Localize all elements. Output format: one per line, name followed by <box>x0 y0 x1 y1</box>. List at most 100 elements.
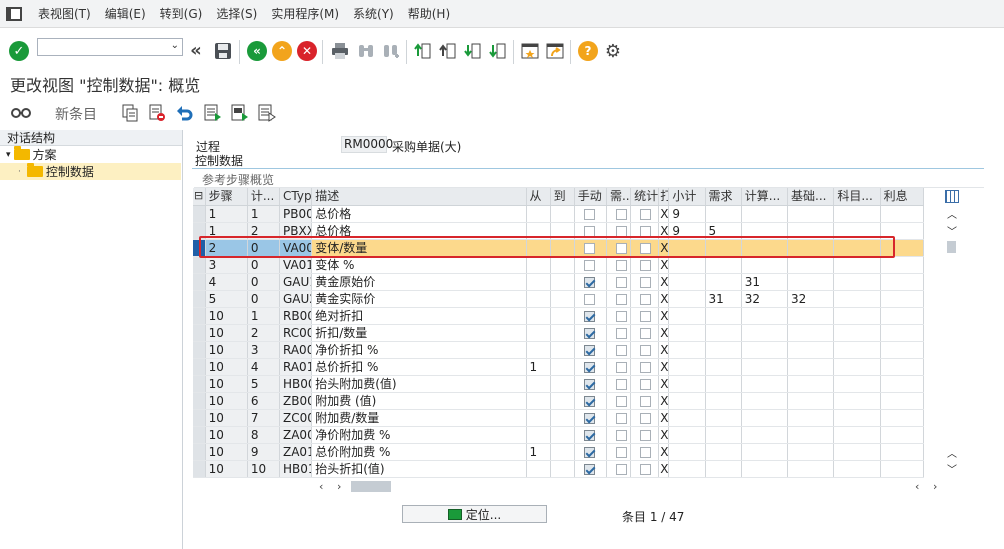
row-selector[interactable] <box>193 375 206 393</box>
cell-from[interactable] <box>526 239 551 257</box>
cell-print[interactable]: X <box>658 290 670 308</box>
cell-req[interactable] <box>705 409 742 427</box>
cell-to[interactable] <box>550 375 575 393</box>
cell-accrual[interactable] <box>880 273 925 291</box>
table-row[interactable]: 10 6 ZB00 附加费 (值) X <box>193 392 925 410</box>
column-header-counter[interactable]: 计... <box>247 188 281 206</box>
cell-to[interactable] <box>550 205 575 223</box>
required-checkbox[interactable] <box>615 293 627 305</box>
table-row[interactable]: 3 0 VA01 变体 % X <box>193 256 925 274</box>
required-checkbox[interactable] <box>615 429 627 441</box>
menu-goto[interactable]: 转到(G) <box>160 5 203 22</box>
cell-base[interactable] <box>787 273 835 291</box>
cell-acct[interactable] <box>833 358 881 376</box>
chevron-down-icon[interactable]: ⌄ <box>171 40 179 51</box>
cell-calc[interactable]: 31 <box>741 273 789 291</box>
cell-to[interactable] <box>550 239 575 257</box>
cell-req[interactable] <box>705 341 742 359</box>
cell-to[interactable] <box>550 392 575 410</box>
cell-subtotal[interactable] <box>668 341 706 359</box>
cell-req[interactable]: 5 <box>705 222 742 240</box>
cell-calc[interactable] <box>741 341 789 359</box>
exit-icon[interactable]: ⌃ <box>272 41 292 61</box>
menu-edit[interactable]: 编辑(E) <box>105 5 146 22</box>
table-row[interactable]: 10 1 RB00 绝对折扣 X <box>193 307 925 325</box>
cell-subtotal[interactable] <box>668 409 706 427</box>
cell-print[interactable]: X <box>658 358 670 376</box>
cell-to[interactable] <box>550 341 575 359</box>
column-header-description[interactable]: 描述 <box>311 188 527 206</box>
cell-subtotal[interactable] <box>668 290 706 308</box>
row-selector[interactable] <box>193 409 206 427</box>
cell-from[interactable] <box>526 290 551 308</box>
row-selector[interactable] <box>193 460 206 478</box>
cell-calc[interactable] <box>741 392 789 410</box>
table-row[interactable]: 10 4 RA01 总价折扣 % 1 X <box>193 358 925 376</box>
deselect-all-icon[interactable] <box>258 104 276 122</box>
manual-checkbox[interactable] <box>583 225 595 237</box>
cell-subtotal[interactable] <box>668 307 706 325</box>
row-selector[interactable] <box>193 358 206 376</box>
cell-to[interactable] <box>550 290 575 308</box>
cell-calc[interactable] <box>741 409 789 427</box>
menu-table-view[interactable]: 表视图(T) <box>38 5 91 22</box>
column-header-subtotal[interactable]: 小计 <box>668 188 706 206</box>
menu-utilities[interactable]: 实用程序(M) <box>271 5 339 22</box>
process-field[interactable]: RM0000 <box>341 136 393 153</box>
stat-checkbox[interactable] <box>640 242 652 254</box>
last-page-icon[interactable] <box>488 41 508 61</box>
cell-acct[interactable] <box>833 375 881 393</box>
display-change-icon[interactable] <box>10 104 32 122</box>
cell-print[interactable]: X <box>658 256 670 274</box>
table-row[interactable]: 105HB00抬头附加费(值) X <box>193 375 925 393</box>
tree-item-control-data[interactable]: · 控制数据 <box>0 163 181 180</box>
stat-checkbox[interactable] <box>640 310 652 322</box>
cell-base[interactable] <box>787 443 835 461</box>
column-header-ctyp[interactable]: CTyp <box>279 188 313 206</box>
stat-checkbox[interactable] <box>640 259 652 271</box>
required-checkbox[interactable] <box>615 361 627 373</box>
scroll-right-icon[interactable]: › <box>337 480 341 493</box>
cell-acct[interactable] <box>833 290 881 308</box>
cell-calc[interactable] <box>741 239 789 257</box>
table-row[interactable]: 10 3 RA00 净价折扣 % X <box>193 341 925 359</box>
required-checkbox[interactable] <box>615 276 627 288</box>
cell-base[interactable] <box>787 256 835 274</box>
cell-from[interactable] <box>526 307 551 325</box>
row-selector[interactable] <box>193 256 206 274</box>
cell-to[interactable] <box>550 443 575 461</box>
cell-req[interactable]: 31 <box>705 290 742 308</box>
cell-base[interactable] <box>787 239 835 257</box>
cell-desc[interactable]: 抬头附加费(值) <box>311 375 527 393</box>
row-selector[interactable] <box>193 273 206 291</box>
horizontal-scroll-thumb[interactable] <box>351 481 391 492</box>
cell-subtotal[interactable] <box>668 375 706 393</box>
cell-subtotal[interactable] <box>668 256 706 274</box>
table-row[interactable]: 1 1 PB00 总价格 X 9 <box>193 205 925 223</box>
manual-checkbox[interactable] <box>583 429 595 441</box>
menu-help[interactable]: 帮助(H) <box>408 5 450 22</box>
cell-subtotal[interactable] <box>668 273 706 291</box>
cell-accrual[interactable] <box>880 358 925 376</box>
cell-print[interactable]: X <box>658 409 670 427</box>
required-checkbox[interactable] <box>615 225 627 237</box>
scroll-up-icon[interactable]: ︿ <box>947 206 957 221</box>
cell-desc[interactable]: 净价折扣 % <box>311 341 527 359</box>
cell-print[interactable]: X <box>658 375 670 393</box>
copy-as-icon[interactable] <box>121 104 139 122</box>
cell-base[interactable] <box>787 409 835 427</box>
cell-base[interactable]: 32 <box>787 290 835 308</box>
column-header-calc-type[interactable]: 计算... <box>741 188 789 206</box>
row-selector[interactable] <box>193 222 206 240</box>
cell-req[interactable] <box>705 256 742 274</box>
cell-calc[interactable] <box>741 307 789 325</box>
cell-acct[interactable] <box>833 426 881 444</box>
required-checkbox[interactable] <box>615 412 627 424</box>
cell-subtotal[interactable] <box>668 426 706 444</box>
cell-req[interactable] <box>705 426 742 444</box>
cell-to[interactable] <box>550 222 575 240</box>
cell-from[interactable] <box>526 205 551 223</box>
stat-checkbox[interactable] <box>640 412 652 424</box>
cell-acct[interactable] <box>833 273 881 291</box>
cell-desc[interactable]: 变体 % <box>311 256 527 274</box>
